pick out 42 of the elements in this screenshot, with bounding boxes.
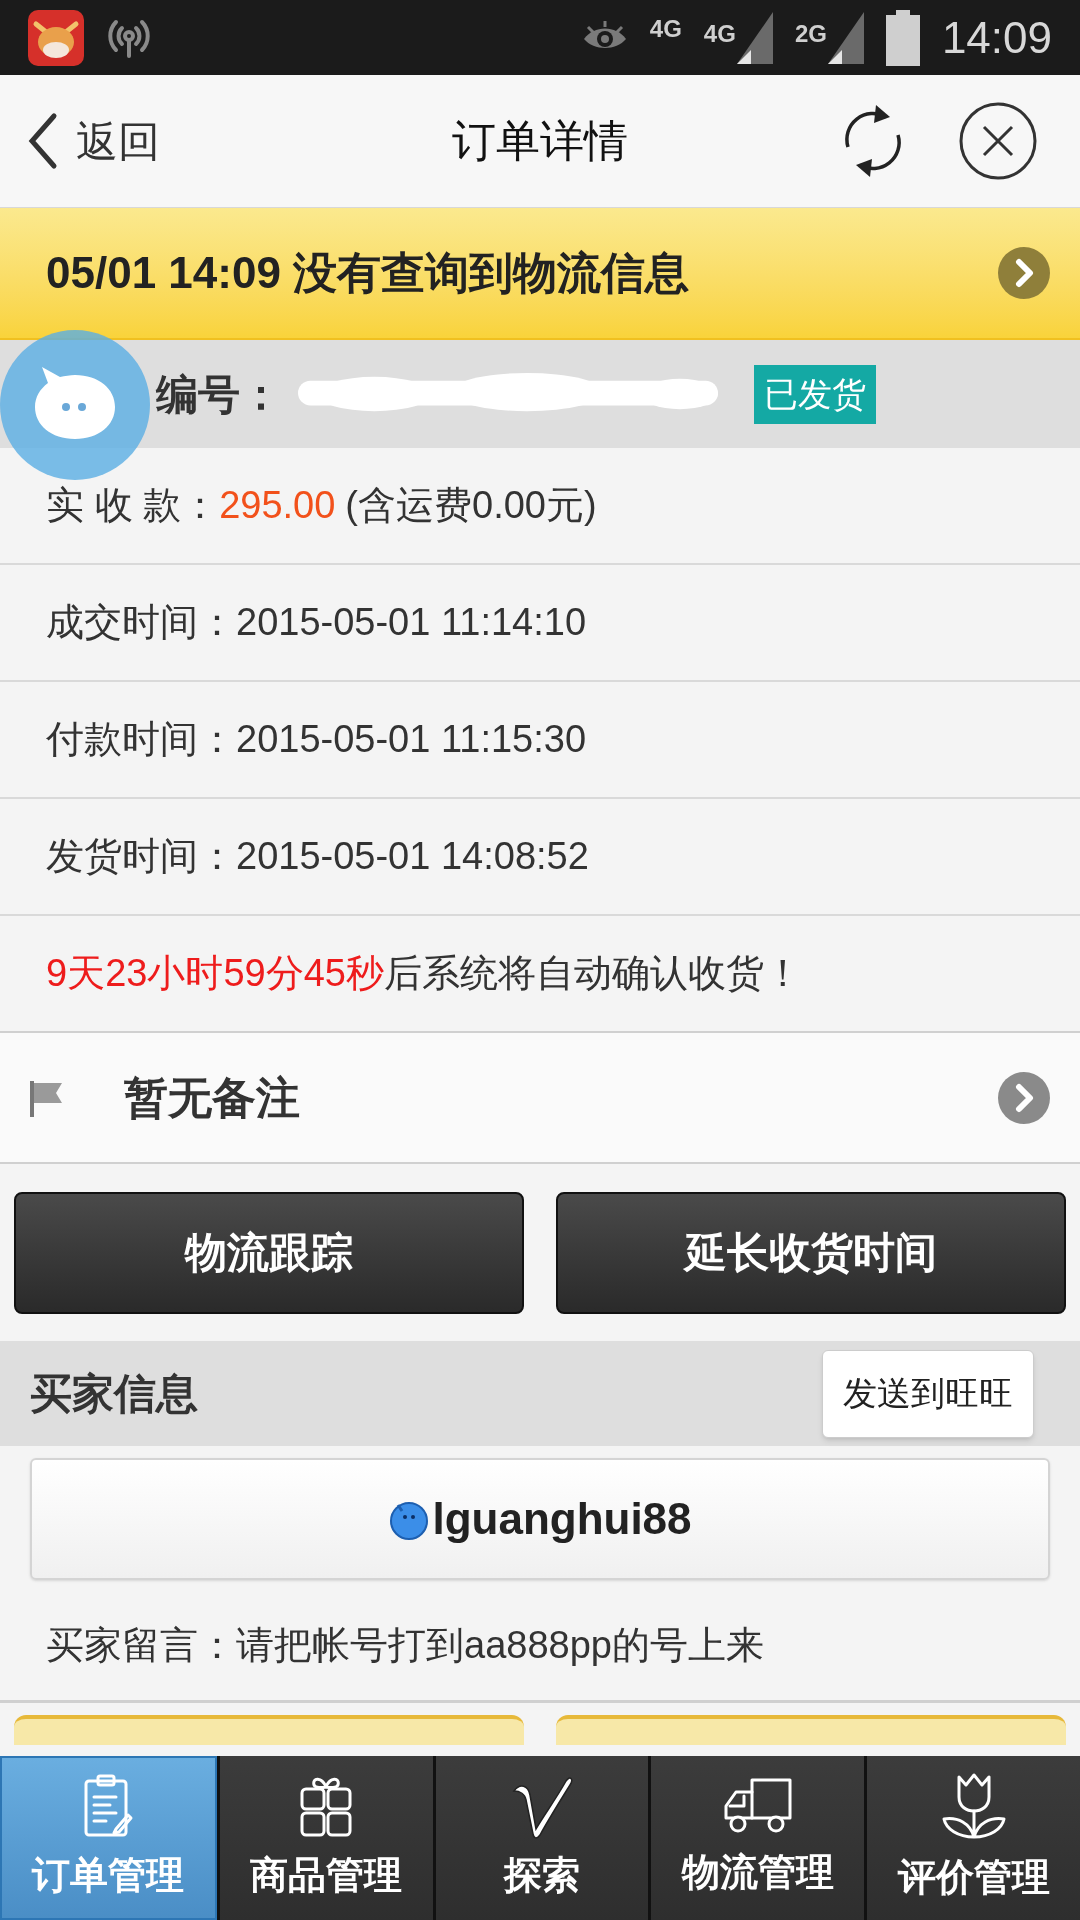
section-title: 买家信息 xyxy=(30,1369,198,1419)
logistics-banner[interactable]: 05/01 14:09 没有查询到物流信息 xyxy=(0,208,1080,340)
network-type-label: 4G xyxy=(703,21,736,46)
buyer-name-button[interactable]: lguanghui88 xyxy=(30,1457,1050,1580)
back-button[interactable]: 返回 xyxy=(0,109,160,173)
network-type-label: 2G xyxy=(794,21,827,46)
close-button[interactable] xyxy=(958,101,1038,181)
time-value: 2015-05-01 14:08:52 xyxy=(236,834,589,879)
nav-tab[interactable]: 物流管理 xyxy=(651,1756,865,1920)
nav-tab[interactable]: 探索 xyxy=(435,1756,649,1920)
amount-label: 实 收 款： xyxy=(46,483,220,528)
time-label: 发货时间： xyxy=(46,834,236,879)
time-label: 成交时间： xyxy=(46,600,236,645)
network-type-label: 4G xyxy=(649,16,682,41)
action-button[interactable]: 物流跟踪 xyxy=(14,1191,524,1314)
page-title: 订单详情 xyxy=(452,115,628,167)
nav-tab[interactable]: 评价管理 xyxy=(867,1756,1080,1920)
amount-value: 295.00 xyxy=(219,483,336,528)
signal-icon xyxy=(827,11,864,64)
nav-tab[interactable]: 商品管理 xyxy=(219,1756,433,1920)
action-button[interactable]: 延长收货时间 xyxy=(556,1191,1066,1314)
battery-icon xyxy=(885,9,920,66)
remark-row[interactable]: 暂无备注 xyxy=(0,1033,1080,1164)
shipped-status-badge: 已发货 xyxy=(754,364,876,424)
buyer-message: 买家留言：请把帐号打到aa888pp的号上来 xyxy=(46,1623,764,1668)
chevron-right-icon xyxy=(998,247,1050,299)
cow-app-icon xyxy=(28,9,84,66)
time-value: 2015-05-01 11:14:10 xyxy=(236,600,587,645)
countdown-text: 9天23小时59分45秒 xyxy=(46,951,384,996)
clipboard-icon xyxy=(82,1772,135,1839)
send-to-wangwang-button[interactable]: 发送到旺旺 xyxy=(822,1349,1034,1438)
auto-confirm-text: 后系统将自动确认收货！ xyxy=(383,951,802,996)
time-label: 付款时间： xyxy=(46,717,236,762)
time-value: 2015-05-01 11:15:30 xyxy=(236,717,587,762)
logistics-status-text: 05/01 14:09 没有查询到物流信息 xyxy=(46,247,690,299)
remark-text: 暂无备注 xyxy=(124,1071,301,1124)
signal-icon xyxy=(736,11,773,64)
chevron-right-icon xyxy=(998,1071,1050,1124)
order-number-label: 编号： xyxy=(156,369,282,420)
shipping-fee-note: (含运费0.00元) xyxy=(345,483,597,528)
close-icon xyxy=(958,101,1038,181)
status-time: 14:09 xyxy=(941,15,1052,60)
